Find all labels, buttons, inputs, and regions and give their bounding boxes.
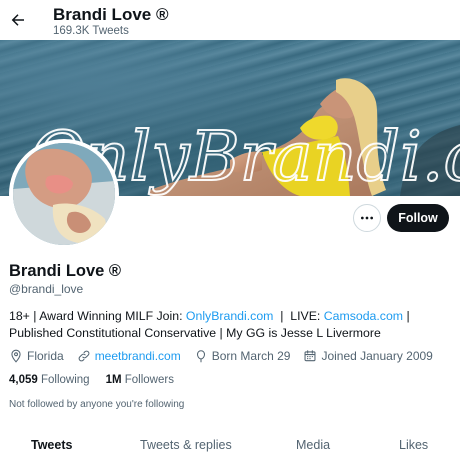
- avatar-image: [13, 143, 115, 245]
- birthday-item: Born March 29: [194, 349, 291, 363]
- balloon-icon: [196, 350, 205, 363]
- location-item: Florida: [9, 349, 64, 363]
- tab-media[interactable]: Media: [296, 438, 330, 452]
- birthday-text: Born March 29: [211, 349, 291, 363]
- social-context-text: Not followed by anyone you're following: [9, 399, 185, 410]
- link-icon: [78, 350, 90, 362]
- bio-link-onlybrandi[interactable]: OnlyBrandi.com: [186, 309, 273, 323]
- more-options-button[interactable]: [353, 204, 381, 232]
- location-pin-icon: [11, 349, 21, 363]
- following-count: 4,059: [9, 374, 38, 386]
- back-button[interactable]: [6, 8, 30, 32]
- profile-header: Brandi Love ® 169.3K Tweets: [0, 0, 460, 40]
- arrow-left-icon: [11, 14, 24, 26]
- followers-link[interactable]: 1M Followers: [106, 374, 174, 386]
- bio-link-camsoda[interactable]: Camsoda.com: [324, 309, 403, 323]
- joined-text: Joined January 2009: [321, 349, 433, 363]
- header-tweet-count: 169.3K Tweets: [53, 25, 129, 37]
- bio-text: | LIVE:: [273, 309, 324, 323]
- joined-item: Joined January 2009: [303, 349, 433, 363]
- tab-likes[interactable]: Likes: [399, 438, 428, 452]
- follow-button[interactable]: Follow: [387, 204, 449, 232]
- tab-tweets-replies[interactable]: Tweets & replies: [140, 438, 232, 452]
- website-link[interactable]: meetbrandi.com: [95, 349, 181, 363]
- profile-tabs: Tweets Tweets & replies Media Likes: [0, 428, 460, 460]
- website-item[interactable]: meetbrandi.com: [77, 349, 181, 363]
- more-horizontal-icon: [361, 216, 373, 220]
- followers-label: Followers: [124, 374, 174, 386]
- calendar-icon: [304, 350, 316, 362]
- following-label: Following: [40, 374, 90, 386]
- profile-meta: Florida meetbrandi.com Born March 29 Joi…: [9, 347, 446, 365]
- follow-stats: 4,059 Following 1M Followers: [9, 374, 190, 386]
- profile-name: Brandi Love ®: [9, 262, 122, 280]
- profile-avatar[interactable]: [9, 139, 119, 249]
- profile-bio: 18+ | Award Winning MILF Join: OnlyBrand…: [9, 308, 451, 342]
- following-link[interactable]: 4,059 Following: [9, 374, 90, 386]
- tab-tweets[interactable]: Tweets: [31, 438, 72, 452]
- bio-text: 18+ | Award Winning MILF Join:: [9, 309, 186, 323]
- followers-count: 1M: [105, 374, 122, 386]
- profile-handle: @brandi_love: [9, 282, 84, 296]
- header-title: Brandi Love ®: [53, 5, 169, 24]
- location-text: Florida: [27, 349, 64, 363]
